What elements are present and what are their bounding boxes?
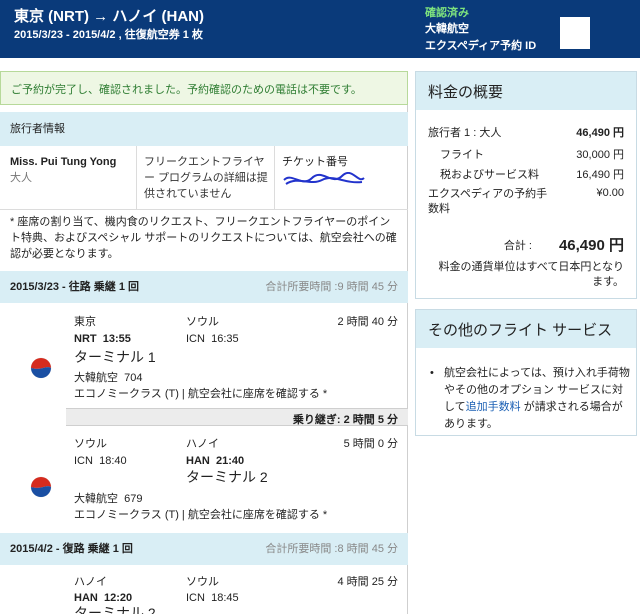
- cabin-class: エコノミークラス (T) | 航空会社に座席を確認する *: [74, 509, 328, 521]
- outbound-header: 2015/3/23 - 往路 乗継 1 回 合計所要時間 :9 時間 45 分: [0, 271, 408, 303]
- korean-air-logo-icon: [30, 476, 52, 498]
- dep-code-time: NRT 13:55: [74, 332, 131, 347]
- price-summary-panel: 料金の概要 旅行者 1 : 大人 46,490 円 フライト 30,000 円 …: [415, 71, 637, 299]
- dep-code-time: HAN 12:20: [74, 591, 132, 606]
- airline-flight: 大韓航空 704: [74, 371, 142, 386]
- arr-code: HAN: [186, 455, 210, 467]
- outbound-total-duration: 合計所要時間 :9 時間 45 分: [265, 281, 398, 293]
- airline-flight: 大韓航空 679: [74, 492, 142, 507]
- special-request-note: * 座席の割り当て、機内食のリクエスト、フリークエントフライヤーのポイント特典、…: [10, 216, 397, 260]
- total-price-label: 合計 :: [503, 240, 532, 252]
- bullet-icon: •: [430, 367, 434, 379]
- confirmation-notice: ご予約が完了し、確認されました。予約確認のための電話は不要です。: [0, 71, 408, 105]
- traveler-name: Miss. Pui Tung Yong: [10, 156, 117, 168]
- dep-city: 東京: [74, 316, 96, 328]
- outbound-label: 2015/3/23 - 往路 乗継 1 回: [10, 281, 139, 293]
- flight-number: 679: [124, 493, 143, 505]
- other-services-panel: その他のフライト サービス • 航空会社によっては、預け入れ手荷物やその他のオプ…: [415, 309, 637, 436]
- flight-segment: ハノイ ソウル 4 時間 25 分 HAN 12:20 ICN 18:45 ター…: [0, 573, 408, 614]
- return-header: 2015/4/2 - 復路 乗継 1 回 合計所要時間 :8 時間 45 分: [0, 533, 408, 565]
- dep-city: ソウル: [74, 438, 107, 450]
- trip-dates: 2015/3/23 - 2015/4/2 , 往復航空券 1 枚: [14, 29, 203, 41]
- other-services-title: その他のフライト サービス: [416, 310, 636, 348]
- dep-code: ICN: [74, 455, 93, 467]
- tax-price-value: 16,490 円: [576, 169, 624, 181]
- flight-price-value: 30,000 円: [576, 149, 624, 161]
- arr-time: 16:35: [211, 333, 239, 345]
- cabin-class: エコノミークラス (T) | 航空会社に座席を確認する *: [74, 388, 328, 400]
- korean-air-logo-icon: [30, 357, 52, 379]
- flight-number: 704: [124, 372, 143, 384]
- airline-name: 大韓航空: [74, 493, 118, 505]
- status-badge: 確認済み: [425, 7, 469, 19]
- arr-time: 18:45: [211, 592, 239, 604]
- baggage-fee-note: • 航空会社によっては、預け入れ手荷物やその他のオプション サービスに対して追加…: [430, 365, 630, 433]
- dep-city: ハノイ: [74, 576, 107, 588]
- itinerary-id-redacted: [560, 17, 590, 49]
- dep-code-time: ICN 18:40: [74, 454, 127, 469]
- arr-time: 21:40: [215, 455, 245, 467]
- trip-header: 東京 (NRT) → ハノイ (HAN) 2015/3/23 - 2015/4/…: [0, 0, 640, 58]
- fee-price-value: ¥0.00: [596, 187, 624, 199]
- traveler-price-value: 46,490 円: [576, 127, 624, 139]
- dep-terminal: ターミナル 1: [74, 349, 156, 365]
- arr-city: ソウル: [186, 576, 219, 588]
- dep-time: 18:40: [99, 455, 127, 467]
- airline-name: 大韓航空: [74, 372, 118, 384]
- arr-city: ソウル: [186, 316, 219, 328]
- currency-note: 料金の通貨単位はすべて日本円となります。: [438, 261, 624, 288]
- dep-code: HAN: [74, 592, 98, 604]
- divider: [136, 146, 137, 210]
- frequent-flyer-note: フリークエントフライヤー プログラムの詳細は提供されていません: [144, 156, 268, 200]
- arr-code-time: HAN 21:40: [186, 454, 244, 469]
- traveler-section-header: 旅行者情報: [0, 112, 408, 146]
- layover-info: 乗り継ぎ: 2 時間 5 分: [66, 408, 408, 426]
- traveler-price-label: 旅行者 1 : 大人: [428, 127, 502, 139]
- price-summary-title: 料金の概要: [416, 72, 636, 110]
- arr-city: ハノイ: [186, 438, 219, 450]
- itinerary-id-label: エクスペディア予約 ID: [425, 40, 537, 52]
- segment-duration: 2 時間 40 分: [337, 316, 398, 328]
- flight-segment: 東京 ソウル 2 時間 40 分 NRT 13:55 ICN 16:35 ターミ…: [0, 315, 408, 410]
- flight-price-label: フライト: [440, 149, 484, 161]
- arr-code: ICN: [186, 592, 205, 604]
- traveler-row: Miss. Pui Tung Yong 大人 フリークエントフライヤー プログラ…: [0, 146, 408, 210]
- dep-terminal: ターミナル 2: [74, 605, 156, 614]
- segment-duration: 4 時間 25 分: [337, 576, 398, 588]
- ticket-number-label: チケット番号: [282, 156, 348, 168]
- total-price-value: 46,490 円: [558, 237, 624, 254]
- return-total-duration: 合計所要時間 :8 時間 45 分: [265, 543, 398, 555]
- ticket-number-redacted: [283, 172, 365, 185]
- additional-fees-link[interactable]: 追加手数料: [466, 401, 521, 413]
- dep-time: 12:20: [103, 592, 133, 604]
- arr-code-time: ICN 16:35: [186, 332, 239, 347]
- itinerary-details: ご予約が完了し、確認されました。予約確認のための電話は不要です。 旅行者情報 M…: [0, 71, 408, 614]
- route-title: 東京 (NRT) → ハノイ (HAN): [14, 8, 204, 25]
- traveler-name-cell: Miss. Pui Tung Yong 大人: [10, 154, 130, 186]
- arr-terminal: ターミナル 2: [186, 469, 268, 485]
- arr-code: ICN: [186, 333, 205, 345]
- segment-duration: 5 時間 0 分: [343, 438, 398, 450]
- flight-segment: ソウル ハノイ 5 時間 0 分 ICN 18:40 HAN 21:40 ターミ…: [0, 432, 408, 527]
- tax-price-label: 税およびサービス料: [440, 169, 539, 181]
- header-airline: 大韓航空: [425, 23, 469, 35]
- dep-code: NRT: [74, 333, 97, 345]
- return-label: 2015/4/2 - 復路 乗継 1 回: [10, 543, 133, 555]
- dep-time: 13:55: [102, 333, 131, 345]
- divider: [274, 146, 275, 210]
- arr-code-time: ICN 18:45: [186, 591, 239, 606]
- fee-price-label: エクスペディアの予約手数料: [428, 188, 548, 215]
- traveler-type: 大人: [10, 172, 32, 184]
